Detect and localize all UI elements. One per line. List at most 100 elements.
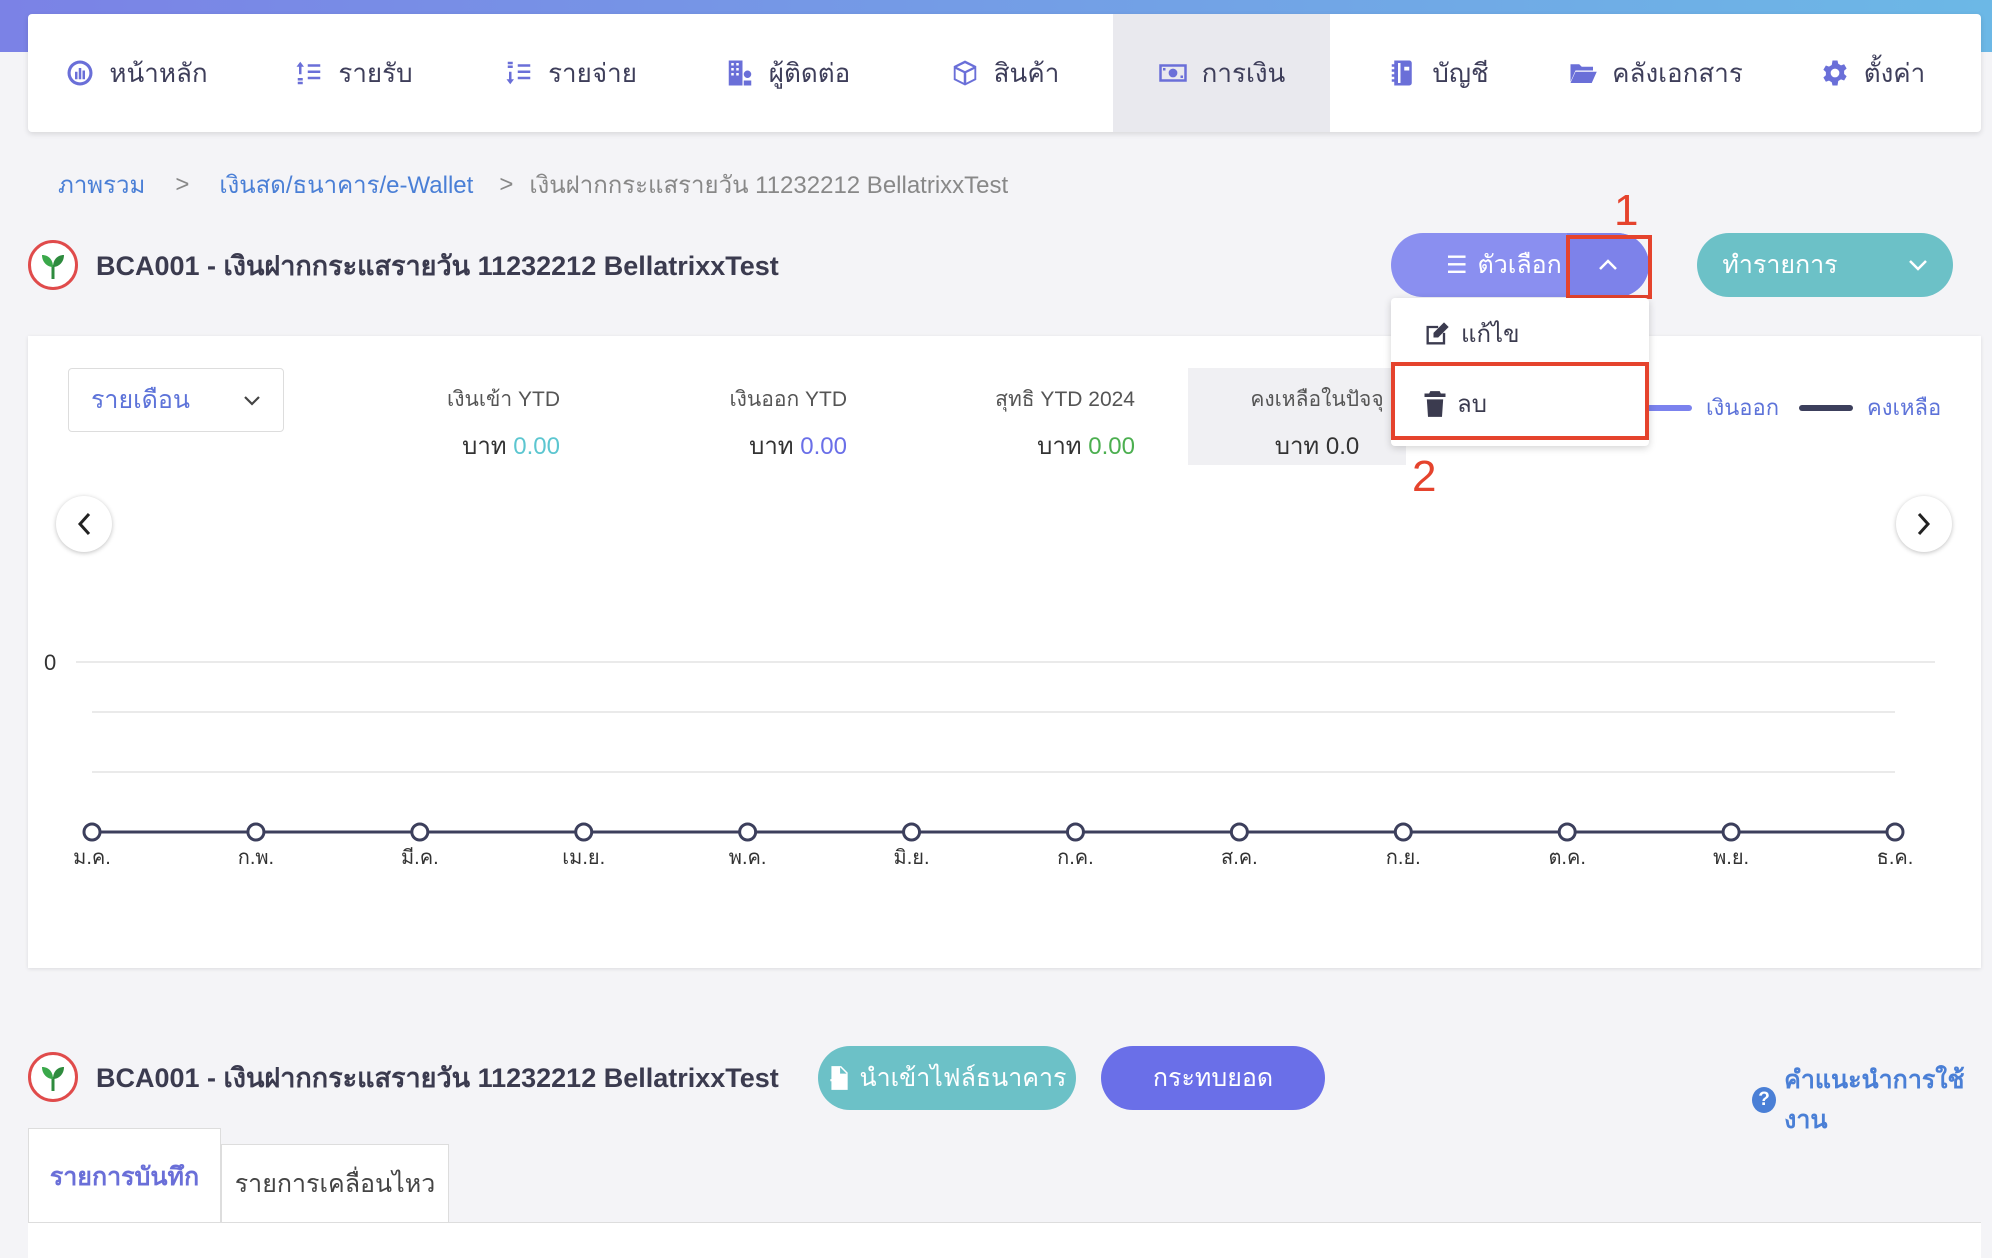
dashboard-icon xyxy=(67,60,93,86)
y-tick-label: 0 xyxy=(44,650,56,675)
chevron-down-icon xyxy=(244,395,260,406)
stat-income-ytd: เงินเข้า YTD บาท 0.00 xyxy=(400,383,560,465)
chart-prev-button[interactable] xyxy=(56,496,112,552)
legend-swatch-balance xyxy=(1799,404,1854,411)
annotation-box-step1 xyxy=(1566,235,1652,299)
help-link[interactable]: ? คำแนะนำการใช้งาน xyxy=(1752,1060,1992,1140)
stat-value: 0.00 xyxy=(800,433,847,460)
breadcrumb: ภาพรวม > เงินสด/ธนาคาร/e-Wallet > เงินฝา… xyxy=(58,165,1008,204)
data-point xyxy=(82,822,102,842)
nav-item-income[interactable]: รายรับ xyxy=(245,14,462,132)
x-tick-label: เม.ย. xyxy=(562,847,605,869)
main-nav: หน้าหลัก รายรับ รายจ่าย ผู้ติดต่อ สินค้า… xyxy=(28,14,1981,132)
lower-account-title: BCA001 - เงินฝากกระแสรายวัน 11232212 Bel… xyxy=(96,1062,779,1093)
menu-icon: ☰ xyxy=(1446,251,1468,279)
product-box-icon xyxy=(953,60,976,86)
stat-value-row: บาท 0.0 xyxy=(1232,426,1402,465)
x-tick-label: มิ.ย. xyxy=(894,847,930,869)
bank-logo xyxy=(28,1052,78,1102)
nav-item-label: รายรับ xyxy=(338,57,413,88)
nav-item-finance[interactable]: การเงิน xyxy=(1113,14,1330,132)
annotation-step1-number: 1 xyxy=(1614,186,1639,235)
x-tick-label: ต.ค. xyxy=(1548,847,1585,869)
stat-expense-ytd: เงินออก YTD บาท 0.00 xyxy=(687,383,847,465)
nav-item-dashboard[interactable]: หน้าหลัก xyxy=(28,14,245,132)
x-tick-label: พ.ย. xyxy=(1713,847,1749,869)
stat-value: 0.00 xyxy=(1088,433,1135,460)
leaf-icon xyxy=(42,1067,64,1091)
nav-item-expense[interactable]: รายจ่าย xyxy=(462,14,679,132)
x-tick-label: ธ.ค. xyxy=(1877,847,1914,869)
nav-item-products[interactable]: สินค้า xyxy=(896,14,1113,132)
data-point xyxy=(738,822,758,842)
period-select-value: รายเดือน xyxy=(91,386,190,414)
breadcrumb-separator: > xyxy=(499,170,514,198)
nav-item-settings[interactable]: ตั้งค่า xyxy=(1764,14,1981,132)
record-tabs: รายการบันทึก รายการเคลื่อนไหว xyxy=(28,1128,449,1224)
breadcrumb-separator: > xyxy=(175,170,190,198)
balance-line-chart: 0 ม.ค. ก.พ. มี.ค. เม.ย. พ.ค. มิ.ย. ก.ค. ส.ค. ก.ย.… xyxy=(44,650,1935,869)
nav-item-accounting[interactable]: บัญชี xyxy=(1330,14,1547,132)
help-link-label: คำแนะนำการใช้งาน xyxy=(1784,1066,1965,1134)
bank-logo xyxy=(28,240,78,290)
account-title: BCA001 - เงินฝากกระแสรายวัน 11232212 Bel… xyxy=(96,250,779,281)
transact-button[interactable]: ทำรายการ xyxy=(1697,233,1953,297)
chevron-down-icon xyxy=(1908,260,1927,271)
transact-button-label: ทำรายการ xyxy=(1722,251,1838,279)
stat-value-row: บาท 0.00 xyxy=(955,426,1135,465)
stat-value: 0.00 xyxy=(513,433,560,460)
stat-label: คงเหลือในปัจจุ xyxy=(1250,388,1384,411)
data-point xyxy=(574,822,594,842)
annotation-step2-number: 2 xyxy=(1412,452,1437,501)
question-circle-icon: ? xyxy=(1752,1087,1777,1113)
data-point xyxy=(1557,822,1577,842)
expense-icon xyxy=(506,61,531,85)
legend-label-expense[interactable]: เงินออก xyxy=(1706,390,1779,425)
data-point xyxy=(1393,822,1413,842)
tab-label: รายการบันทึก xyxy=(49,1162,200,1191)
data-point xyxy=(1885,822,1905,842)
tab-content-area xyxy=(28,1222,1981,1258)
ledger-book-icon xyxy=(1392,60,1413,86)
nav-item-label: ผู้ติดต่อ xyxy=(768,57,851,88)
menu-item-edit[interactable]: แก้ไข xyxy=(1423,314,1519,353)
money-icon xyxy=(1158,64,1187,82)
leaf-icon xyxy=(42,255,64,279)
nav-item-contacts[interactable]: ผู้ติดต่อ xyxy=(679,14,896,132)
x-tick-label: ส.ค. xyxy=(1221,847,1258,869)
nav-item-label: รายจ่าย xyxy=(548,57,637,88)
breadcrumb-home[interactable]: ภาพรวม xyxy=(58,165,145,204)
reconcile-button[interactable]: กระทบยอด xyxy=(1101,1046,1325,1110)
stat-currency: บาท xyxy=(462,433,507,460)
stat-currency: บาท xyxy=(1037,433,1082,460)
breadcrumb-current: เงินฝากกระแสรายวัน 11232212 BellatrixxTe… xyxy=(529,172,1009,199)
stat-label: เงินออก YTD xyxy=(729,388,847,411)
data-point xyxy=(1065,822,1085,842)
nav-item-documents[interactable]: คลังเอกสาร xyxy=(1547,14,1764,132)
chevron-left-icon xyxy=(77,512,91,536)
annotation-box-step2 xyxy=(1391,362,1649,440)
period-select[interactable]: รายเดือน xyxy=(68,368,284,432)
legend-label-balance[interactable]: คงเหลือ xyxy=(1867,390,1941,425)
import-bank-file-button[interactable]: นำเข้าไฟล์ธนาคาร xyxy=(818,1046,1076,1110)
stat-value-row: บาท 0.00 xyxy=(400,426,560,465)
breadcrumb-section[interactable]: เงินสด/ธนาคาร/e-Wallet xyxy=(219,165,473,204)
tab-movements[interactable]: รายการเคลื่อนไหว xyxy=(221,1144,449,1224)
stat-value: 0.0 xyxy=(1325,433,1360,460)
income-icon xyxy=(296,61,321,85)
x-tick-label: ก.ค. xyxy=(1057,847,1094,869)
chart-next-button[interactable] xyxy=(1896,496,1952,552)
stat-current-balance: คงเหลือในปัจจุ บาท 0.0 xyxy=(1232,383,1402,465)
gear-icon xyxy=(1823,60,1847,86)
x-tick-label: มี.ค. xyxy=(401,847,439,869)
data-point xyxy=(1229,822,1249,842)
contacts-icon xyxy=(728,60,751,86)
nav-item-label: หน้าหลัก xyxy=(109,57,208,88)
stat-currency: บาท xyxy=(1274,433,1320,460)
stat-currency: บาท xyxy=(749,433,794,460)
tab-recorded-entries[interactable]: รายการบันทึก xyxy=(28,1128,221,1224)
file-import-icon xyxy=(829,1066,848,1090)
data-point xyxy=(410,822,430,842)
data-point xyxy=(1721,822,1741,842)
data-point xyxy=(246,822,266,842)
